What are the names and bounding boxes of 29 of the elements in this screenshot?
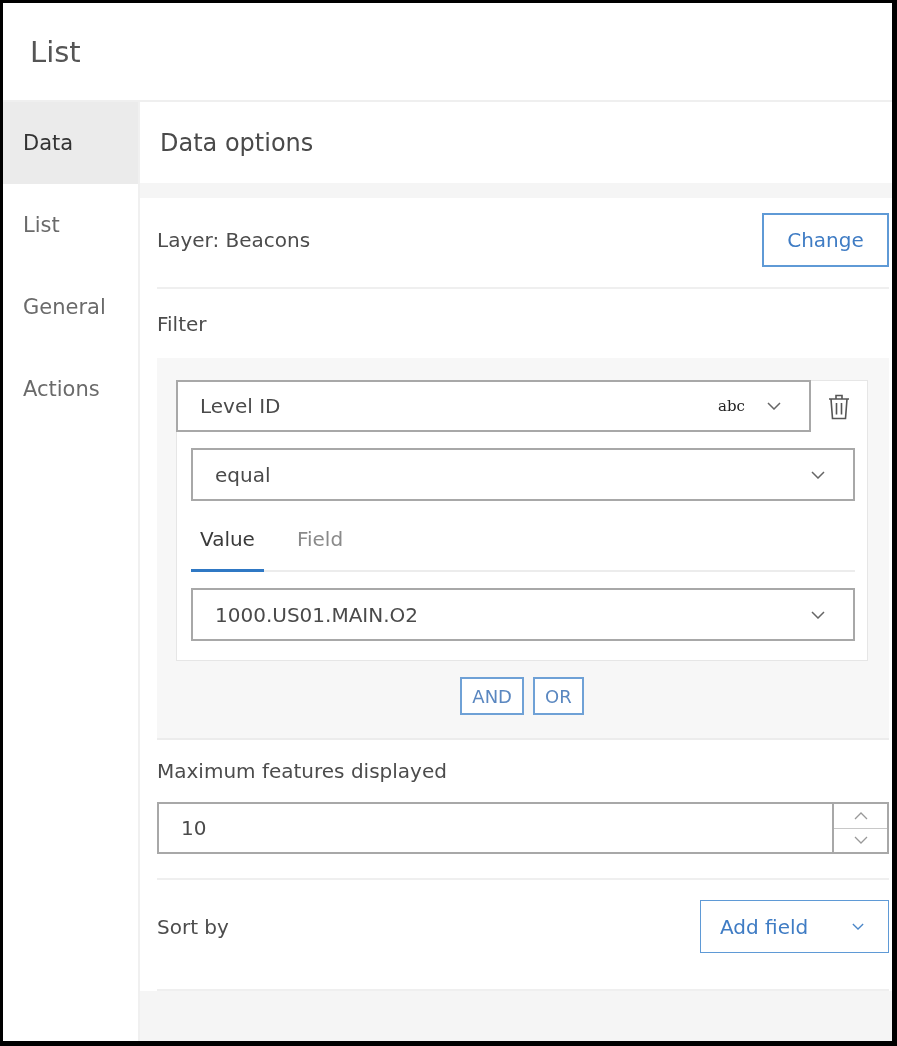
chevron-down-icon bbox=[767, 402, 781, 410]
logic-button[interactable]: AND bbox=[460, 677, 524, 715]
field-type-label: abc bbox=[718, 397, 745, 415]
filter-label: Filter bbox=[157, 311, 207, 336]
panel-title: List bbox=[30, 34, 81, 69]
value-select[interactable]: 1000.US01.MAIN.O2 bbox=[191, 588, 855, 641]
logic-button[interactable]: OR bbox=[532, 677, 584, 715]
sort-label: Sort by bbox=[157, 914, 229, 939]
sidebar-item[interactable]: Data bbox=[3, 102, 138, 184]
chevron-down-icon bbox=[852, 923, 864, 930]
filter-tab[interactable]: Value bbox=[191, 501, 264, 572]
section-title: Data options bbox=[160, 128, 314, 157]
change-button[interactable]: Change bbox=[762, 212, 889, 267]
number-field[interactable]: 10 bbox=[157, 802, 832, 854]
chevron-up-icon[interactable] bbox=[853, 811, 868, 820]
spinner-control[interactable] bbox=[832, 802, 889, 854]
chevron-down-icon bbox=[811, 470, 825, 479]
operator-select[interactable]: equal bbox=[191, 448, 855, 501]
field-select[interactable]: Level ID abc bbox=[176, 380, 811, 432]
sidebar-item[interactable]: Actions bbox=[3, 348, 138, 430]
chevron-down-icon[interactable] bbox=[853, 836, 868, 845]
chevron-down-icon bbox=[811, 610, 825, 619]
sidebar-item[interactable]: List bbox=[3, 184, 138, 266]
filter-tab[interactable]: Field bbox=[287, 501, 353, 572]
add-field-button[interactable]: Add field bbox=[700, 900, 889, 953]
layer-label: Layer: Beacons bbox=[157, 227, 311, 252]
trash-icon[interactable] bbox=[828, 393, 850, 420]
sidebar-item[interactable]: General bbox=[3, 266, 138, 348]
max-features-label: Maximum features displayed bbox=[157, 759, 447, 783]
